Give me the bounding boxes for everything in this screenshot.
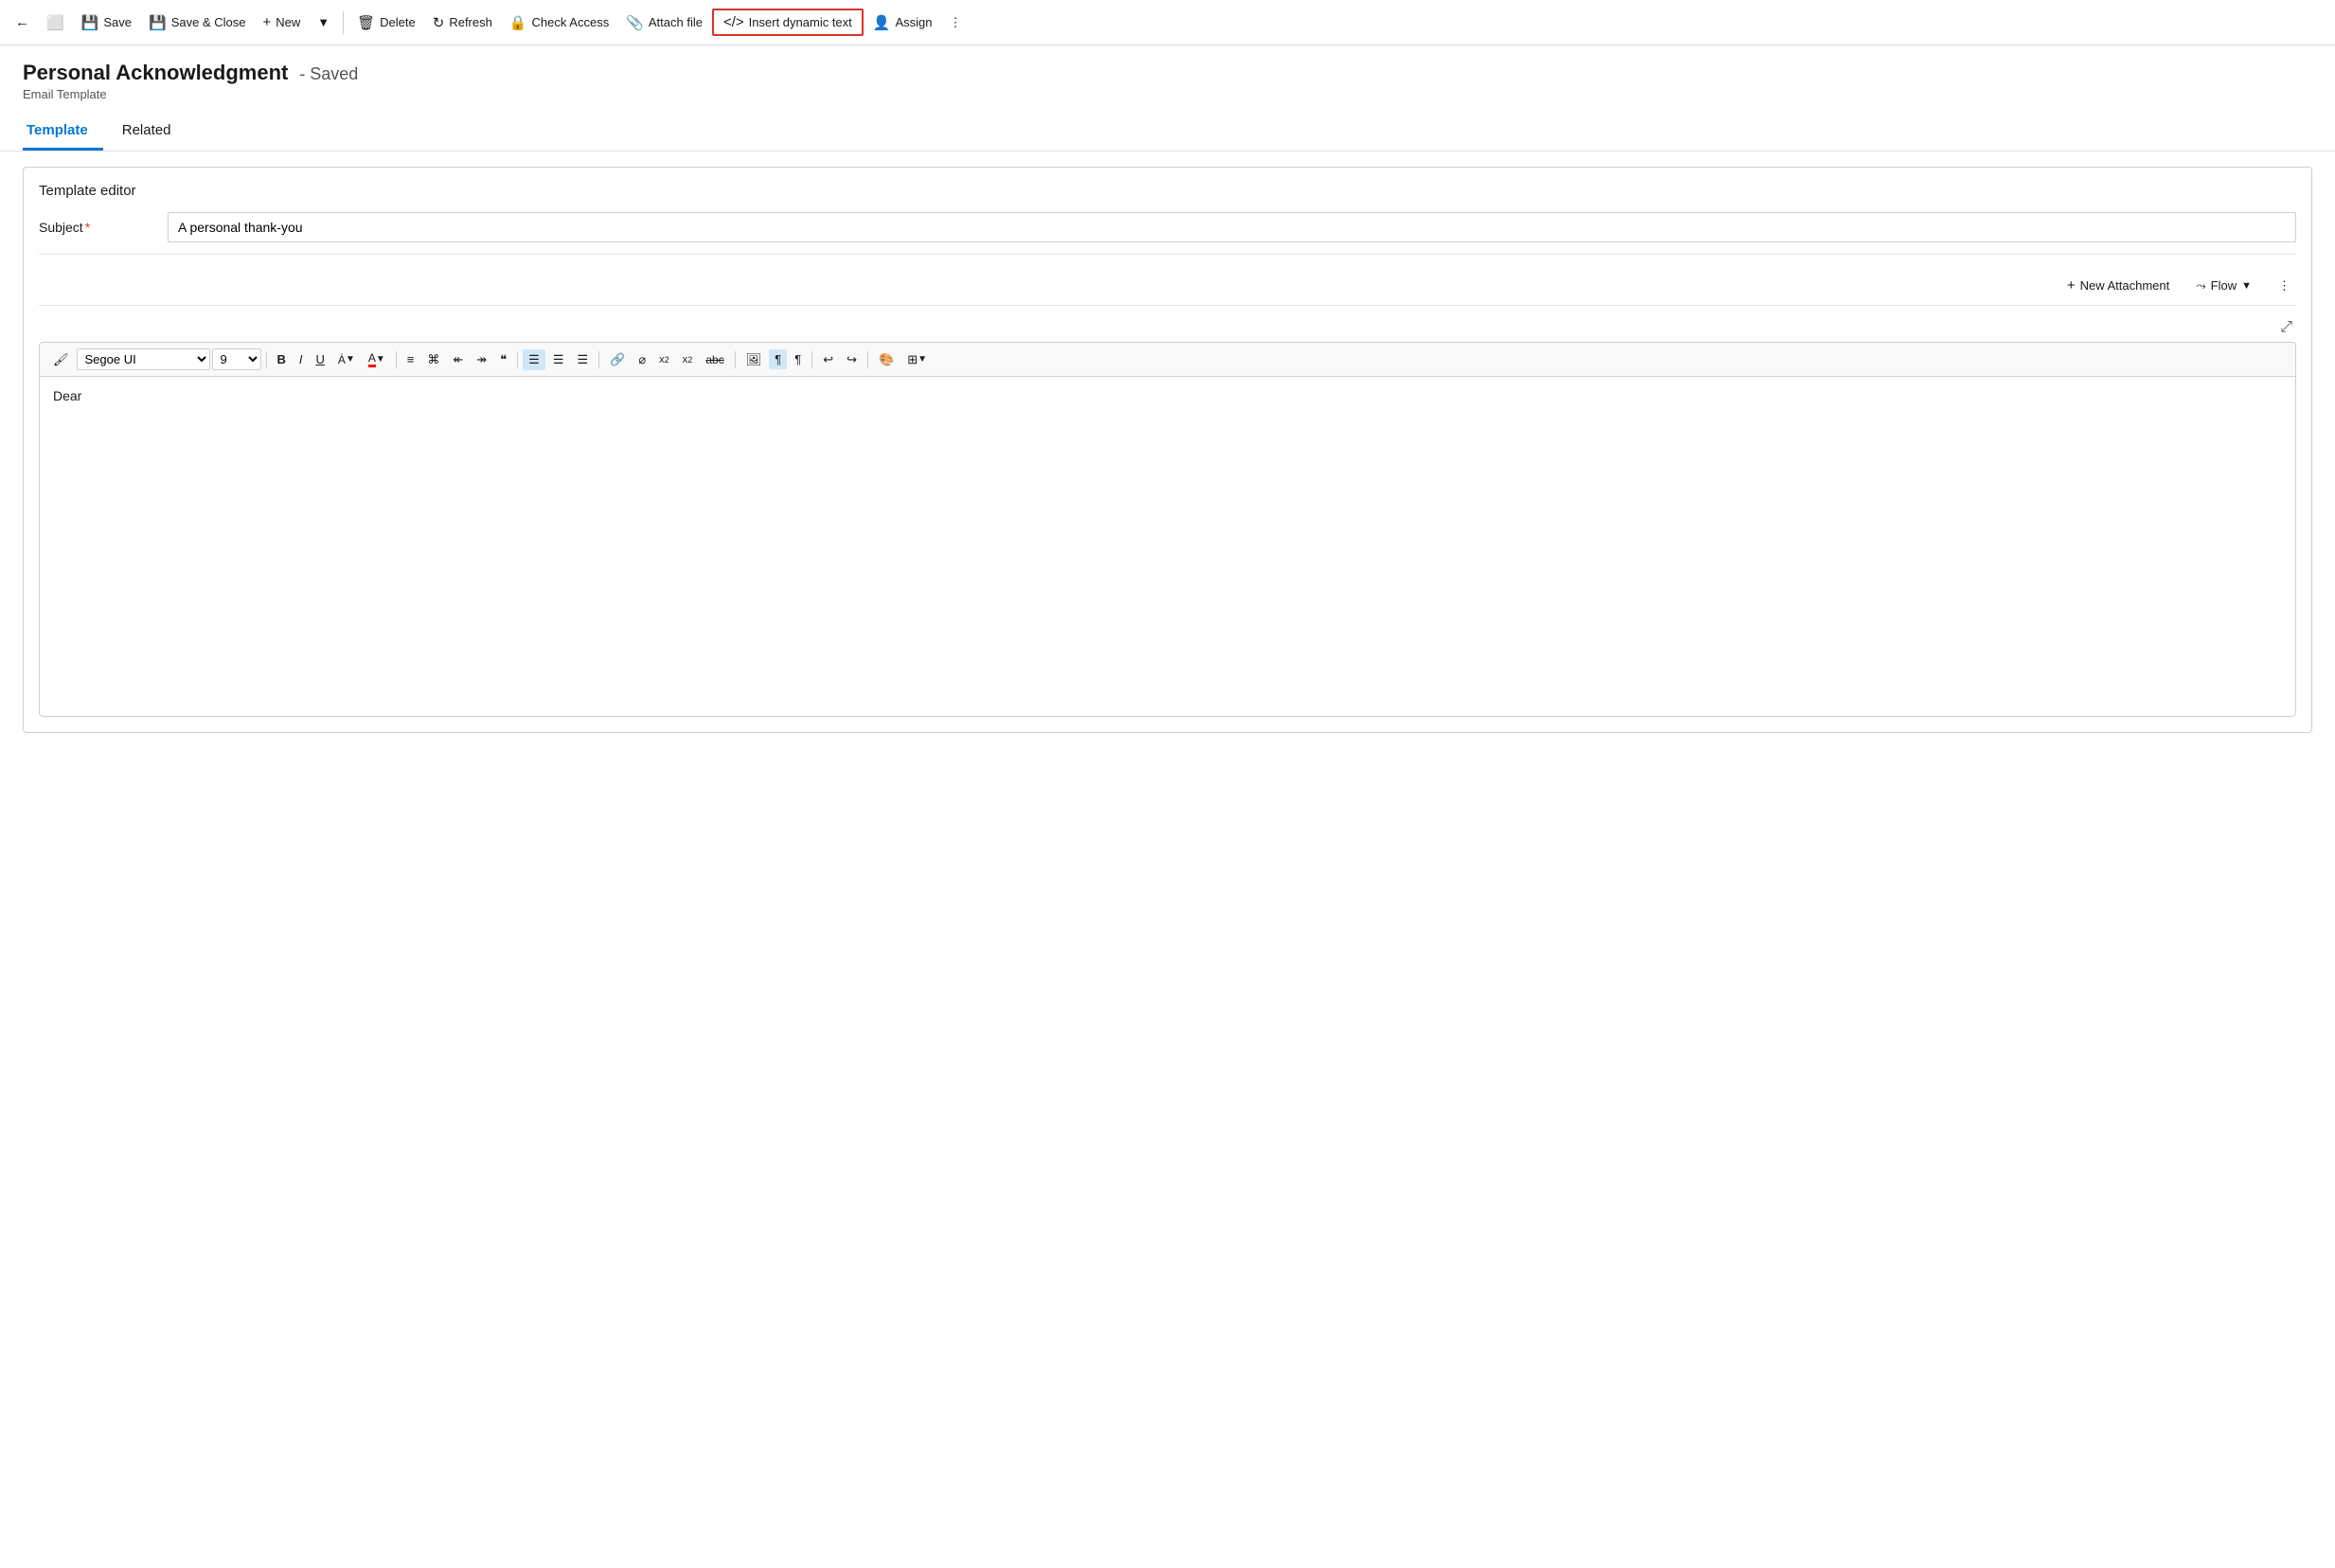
dropdown-icon: ▼ bbox=[317, 15, 330, 29]
resize-icon[interactable]: ⤢ bbox=[2276, 317, 2296, 338]
check-access-icon: 🔒 bbox=[509, 14, 527, 31]
attach-file-icon: 📎 bbox=[626, 14, 644, 31]
insert-dynamic-icon: </> bbox=[723, 14, 744, 30]
check-access-button[interactable]: 🔒 Check Access bbox=[502, 9, 616, 36]
rte-decrease-indent-button[interactable]: ↞ bbox=[447, 349, 469, 370]
delete-icon: 🗑 bbox=[357, 14, 375, 31]
template-editor-card: Template editor Subject* + New Attachmen… bbox=[23, 167, 2312, 733]
rte-align-left-button[interactable]: ☰ bbox=[523, 349, 545, 370]
editor-more-button[interactable]: ⋮ bbox=[2273, 275, 2296, 297]
attach-file-button[interactable]: 📎 Attach file bbox=[618, 9, 710, 36]
rte-sep-5 bbox=[735, 351, 736, 368]
flow-button[interactable]: ⤳ Flow ▼ bbox=[2190, 275, 2257, 297]
tab-template[interactable]: Template bbox=[23, 113, 103, 151]
page-title: Personal Acknowledgment bbox=[23, 61, 288, 84]
rte-sep-2 bbox=[396, 351, 397, 368]
insert-dynamic-button[interactable]: </> Insert dynamic text bbox=[712, 9, 864, 36]
rte-sep-4 bbox=[598, 351, 599, 368]
rte-superscript-button[interactable]: x2 bbox=[653, 351, 675, 368]
page-title-row: Personal Acknowledgment - Saved bbox=[23, 61, 2312, 85]
flow-icon: ⤳ bbox=[2196, 278, 2205, 294]
rte-body-content: Dear bbox=[53, 388, 81, 403]
rte-clean-icon: 🖌 bbox=[53, 352, 69, 367]
rte-redo-button[interactable]: ↪ bbox=[841, 349, 863, 370]
back-icon: ← bbox=[15, 14, 29, 30]
rte-numbered-list-button[interactable]: ⌘ bbox=[421, 349, 445, 370]
separator-1 bbox=[343, 11, 344, 34]
new-dropdown-button[interactable]: ▼ bbox=[310, 10, 337, 34]
subject-required: * bbox=[85, 220, 90, 235]
template-editor-title: Template editor bbox=[39, 183, 2296, 199]
save-close-icon: 💾 bbox=[149, 14, 167, 31]
rte-table-dropdown: ▼ bbox=[918, 354, 927, 365]
plus-icon: + bbox=[2067, 277, 2076, 294]
more-button[interactable]: ⋮ bbox=[942, 10, 970, 35]
rte-sep-7 bbox=[867, 351, 868, 368]
rte-image-button[interactable]: 🖼 bbox=[740, 349, 768, 370]
main-content: Template editor Subject* + New Attachmen… bbox=[0, 151, 2335, 748]
tab-related[interactable]: Related bbox=[118, 113, 187, 151]
rte-align-right-button[interactable]: ☰ bbox=[571, 349, 594, 370]
subject-row: Subject* bbox=[39, 212, 2296, 255]
rte-italic-button[interactable]: I bbox=[294, 349, 309, 369]
rte-font-color-dropdown: ▼ bbox=[376, 354, 385, 365]
rte-underline-button[interactable]: U bbox=[311, 349, 330, 369]
open-icon: ⬜ bbox=[46, 14, 64, 31]
rte-align-center-button[interactable]: ☰ bbox=[547, 349, 570, 370]
back-button[interactable]: ← bbox=[8, 9, 37, 35]
rte-sep-3 bbox=[517, 351, 518, 368]
rte-font-family-select[interactable]: Segoe UI Arial Times New Roman bbox=[77, 348, 210, 370]
flow-dropdown-icon: ▼ bbox=[2241, 280, 2252, 292]
rte-strikethrough-button[interactable]: abc bbox=[700, 350, 729, 369]
rte-highlight-dropdown: ▼ bbox=[346, 354, 355, 365]
editor-more-icon: ⋮ bbox=[2278, 278, 2290, 294]
page-subtitle: Email Template bbox=[23, 87, 2312, 101]
rte-special1-button[interactable]: ¶ bbox=[769, 349, 787, 369]
new-button[interactable]: + New bbox=[255, 9, 308, 35]
rte-unlink-button[interactable]: ⌀ bbox=[633, 349, 651, 370]
page-header: Personal Acknowledgment - Saved Email Te… bbox=[0, 45, 2335, 101]
open-in-new-button[interactable]: ⬜ bbox=[39, 9, 72, 36]
more-icon: ⋮ bbox=[950, 15, 962, 30]
refresh-icon: ↻ bbox=[433, 14, 445, 31]
assign-button[interactable]: 👤 Assign bbox=[865, 9, 940, 36]
rte-bullet-list-button[interactable]: ≡ bbox=[401, 349, 420, 369]
subject-label: Subject* bbox=[39, 220, 152, 235]
rte-toolbar: 🖌 Segoe UI Arial Times New Roman 9 10 11… bbox=[39, 342, 2296, 376]
subject-input[interactable] bbox=[168, 212, 2296, 242]
rte-bold-button[interactable]: B bbox=[272, 349, 292, 369]
resize-row: ⤢ bbox=[39, 313, 2296, 342]
rte-blockquote-button[interactable]: ❝ bbox=[494, 349, 512, 370]
saved-indicator: - Saved bbox=[299, 64, 358, 83]
rte-highlight-icon: Ȧ bbox=[338, 353, 346, 366]
refresh-button[interactable]: ↻ Refresh bbox=[425, 9, 500, 36]
save-close-button[interactable]: 💾 Save & Close bbox=[141, 9, 253, 36]
main-toolbar: ← ⬜ 💾 Save 💾 Save & Close + New ▼ 🗑 Dele… bbox=[0, 0, 2335, 45]
rte-special2-button[interactable]: ¶ bbox=[789, 349, 807, 369]
rte-font-size-select[interactable]: 9 10 11 12 14 16 bbox=[212, 348, 261, 370]
rte-sep-1 bbox=[266, 351, 267, 368]
rte-font-color-button[interactable]: A ▼ bbox=[363, 348, 391, 370]
rte-undo-button[interactable]: ↩ bbox=[817, 349, 839, 370]
save-icon: 💾 bbox=[81, 14, 99, 31]
save-button[interactable]: 💾 Save bbox=[74, 9, 139, 36]
rte-link-button[interactable]: 🔗 bbox=[604, 349, 631, 370]
attachment-row: + New Attachment ⤳ Flow ▼ ⋮ bbox=[39, 266, 2296, 306]
delete-button[interactable]: 🗑 Delete bbox=[349, 9, 423, 36]
rte-body[interactable]: Dear bbox=[39, 376, 2296, 717]
rte-highlight-button[interactable]: Ȧ ▼ bbox=[332, 350, 361, 369]
new-attachment-button[interactable]: + New Attachment bbox=[2061, 274, 2175, 297]
rte-font-color-icon: A bbox=[368, 351, 376, 367]
rte-fill-button[interactable]: 🎨 bbox=[873, 349, 900, 370]
new-icon: + bbox=[262, 14, 271, 30]
assign-icon: 👤 bbox=[873, 14, 891, 31]
tabs-bar: Template Related bbox=[0, 113, 2335, 151]
rte-table-button[interactable]: ⊞ ▼ bbox=[901, 349, 933, 370]
rte-clean-button[interactable]: 🖌 bbox=[47, 349, 75, 370]
rte-subscript-button[interactable]: x2 bbox=[677, 351, 699, 368]
rte-increase-indent-button[interactable]: ↠ bbox=[471, 349, 492, 370]
rte-sep-6 bbox=[811, 351, 812, 368]
